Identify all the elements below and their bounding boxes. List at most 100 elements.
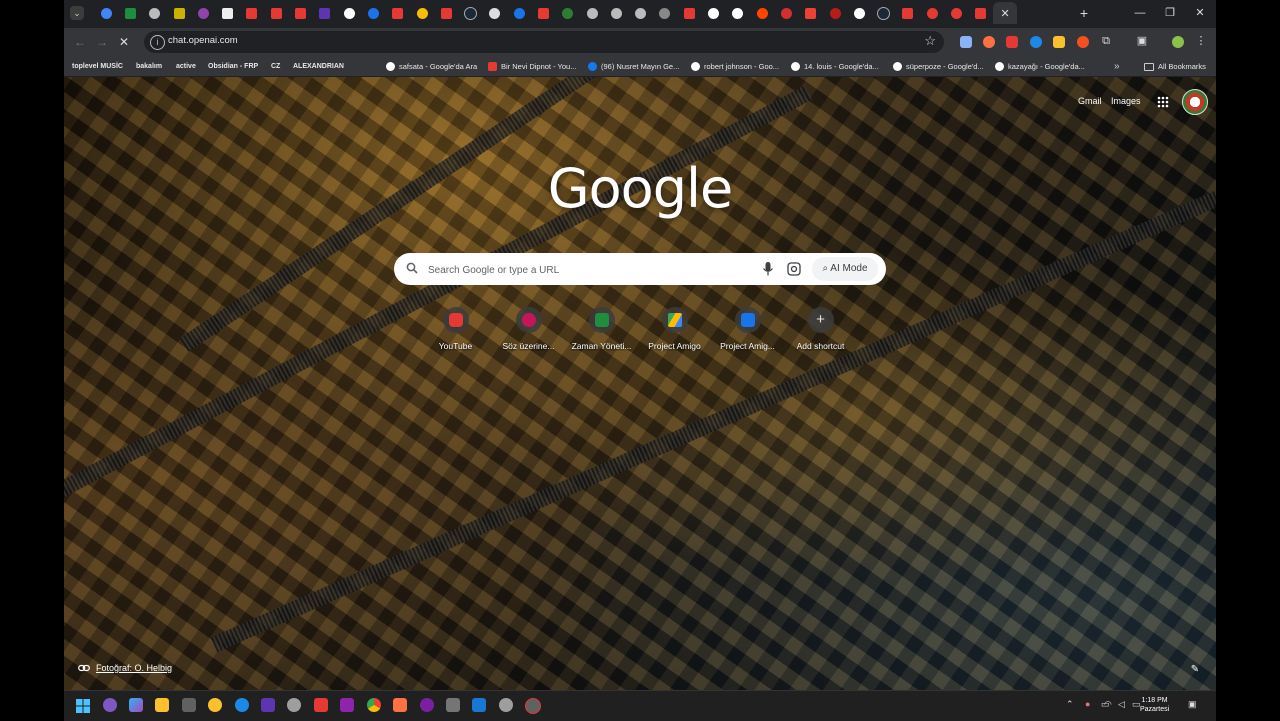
- stop-loading-button[interactable]: ✕: [116, 34, 132, 50]
- tray-overflow-icon[interactable]: ⌃: [1066, 699, 1074, 710]
- discord-icon[interactable]: [103, 698, 117, 712]
- taskbar-clock[interactable]: 1:18 PM Pazartesi: [1140, 696, 1169, 714]
- new-tab-button[interactable]: +: [1075, 4, 1093, 22]
- chrome-icon[interactable]: [367, 698, 381, 712]
- tab[interactable]: [604, 2, 628, 24]
- search-input[interactable]: [426, 259, 750, 281]
- tab[interactable]: [507, 2, 531, 24]
- google-apps-icon[interactable]: [1157, 96, 1169, 108]
- bookmark-folder[interactable]: ALEXANDRIAN: [293, 60, 344, 73]
- settings-gear-icon[interactable]: [182, 698, 196, 712]
- tab[interactable]: [361, 2, 385, 24]
- app-icon[interactable]: [287, 698, 301, 712]
- bookmark-link[interactable]: robert johnson - Goo...: [691, 60, 779, 73]
- copilot-icon[interactable]: [129, 698, 143, 712]
- file-explorer-icon[interactable]: [155, 698, 169, 712]
- tab[interactable]: [726, 2, 750, 24]
- tab[interactable]: [434, 2, 458, 24]
- extensions-puzzle-icon[interactable]: ⧉: [1099, 34, 1113, 48]
- site-info-icon[interactable]: i: [150, 35, 165, 50]
- tab[interactable]: [458, 2, 482, 24]
- tab[interactable]: [896, 2, 920, 24]
- app-icon[interactable]: [525, 698, 541, 714]
- bookmark-link[interactable]: Bir Nevi Dipnot - You...: [488, 60, 576, 73]
- tab[interactable]: [386, 2, 410, 24]
- tab[interactable]: [191, 2, 215, 24]
- profile-icon[interactable]: [1172, 36, 1184, 48]
- github-desktop-icon[interactable]: [420, 698, 434, 712]
- volume-icon[interactable]: ◁: [1118, 699, 1125, 710]
- avatar[interactable]: [1182, 89, 1208, 115]
- address-url[interactable]: chat.openai.com: [168, 35, 238, 46]
- bookmark-link[interactable]: 14. louis - Google'da...: [791, 60, 879, 73]
- edge-icon[interactable]: [235, 698, 249, 712]
- tab[interactable]: [847, 2, 871, 24]
- bookmark-folder[interactable]: toplevel MUSİC: [72, 60, 123, 73]
- tab[interactable]: [677, 2, 701, 24]
- tab[interactable]: [410, 2, 434, 24]
- close-window-button[interactable]: ✕: [1192, 5, 1208, 21]
- menu-kebab-icon[interactable]: ⋮: [1194, 34, 1208, 48]
- shortcut-tile[interactable]: Project Amig...: [711, 307, 784, 351]
- tab[interactable]: [94, 2, 118, 24]
- app-icon[interactable]: [393, 698, 407, 712]
- windows-start-icon[interactable]: [76, 699, 90, 713]
- google-lens-icon[interactable]: [787, 262, 801, 276]
- extension-icon[interactable]: [1030, 36, 1042, 48]
- tab[interactable]: [556, 2, 580, 24]
- search-box[interactable]: ⌕ AI Mode: [394, 253, 886, 285]
- tab[interactable]: [118, 2, 142, 24]
- steam-icon[interactable]: [472, 698, 486, 712]
- photo-credit[interactable]: Fotoğraf: O. Helbig: [78, 663, 172, 673]
- tab[interactable]: [483, 2, 507, 24]
- add-shortcut-button[interactable]: + Add shortcut: [784, 307, 857, 351]
- tab[interactable]: [167, 2, 191, 24]
- images-link[interactable]: Images: [1111, 96, 1141, 106]
- bookmark-star-icon[interactable]: ☆: [924, 33, 936, 49]
- tab[interactable]: [944, 2, 968, 24]
- tab[interactable]: [337, 2, 361, 24]
- ai-mode-button[interactable]: ⌕ AI Mode: [812, 257, 878, 281]
- bookmark-link[interactable]: safsata - Google'da Ara: [386, 60, 477, 73]
- side-panel-icon[interactable]: ▣: [1135, 34, 1149, 48]
- extension-icon[interactable]: [983, 36, 995, 48]
- notification-bell-icon[interactable]: ▣: [1188, 699, 1197, 710]
- app-icon[interactable]: [499, 698, 513, 712]
- bookmarks-overflow-button[interactable]: »: [1114, 60, 1120, 73]
- bookmark-link[interactable]: (96) Nusret Mayın Ge...: [588, 60, 679, 73]
- tab[interactable]: [264, 2, 288, 24]
- bookmark-folder[interactable]: bakalım: [136, 60, 162, 73]
- all-bookmarks-button[interactable]: All Bookmarks: [1144, 60, 1206, 73]
- microphone-icon[interactable]: [762, 261, 774, 277]
- minimize-button[interactable]: —: [1132, 5, 1148, 21]
- tab[interactable]: [215, 2, 239, 24]
- tab[interactable]: [969, 2, 993, 24]
- close-tab-icon[interactable]: ✕: [1001, 7, 1010, 20]
- customize-pencil-icon[interactable]: ✎: [1188, 664, 1202, 678]
- gmail-link[interactable]: Gmail: [1078, 96, 1102, 106]
- active-tab[interactable]: ✕: [992, 2, 1018, 24]
- bookmark-folder[interactable]: active: [176, 60, 196, 73]
- tab[interactable]: [288, 2, 312, 24]
- shortcut-tile[interactable]: Project Amigo: [638, 307, 711, 351]
- bookmark-folder[interactable]: CZ: [271, 60, 280, 73]
- obsidian-icon[interactable]: [340, 698, 354, 712]
- extension-icon[interactable]: [960, 36, 972, 48]
- tab-search-button[interactable]: ⌄: [70, 6, 84, 20]
- tab[interactable]: [701, 2, 725, 24]
- app-icon[interactable]: [446, 698, 460, 712]
- bookmark-link[interactable]: süperpoze - Google'd...: [893, 60, 984, 73]
- shortcut-tile[interactable]: YouTube: [419, 307, 492, 351]
- media-icon[interactable]: [261, 698, 275, 712]
- tab[interactable]: [531, 2, 555, 24]
- app-icon[interactable]: [208, 698, 222, 712]
- tab[interactable]: [653, 2, 677, 24]
- bookmark-link[interactable]: kazayağı - Google'da...: [995, 60, 1085, 73]
- forward-button[interactable]: →: [94, 34, 110, 50]
- restore-button[interactable]: ❐: [1162, 5, 1178, 21]
- back-button[interactable]: ←: [72, 34, 88, 50]
- photo-credit-label[interactable]: Fotoğraf: O. Helbig: [96, 663, 172, 673]
- microphone-icon[interactable]: ●: [1085, 699, 1090, 709]
- tab[interactable]: [240, 2, 264, 24]
- extension-icon[interactable]: [1077, 36, 1089, 48]
